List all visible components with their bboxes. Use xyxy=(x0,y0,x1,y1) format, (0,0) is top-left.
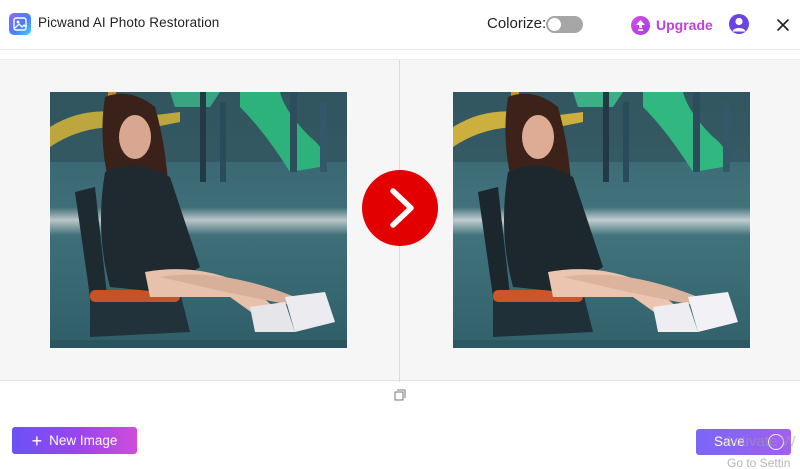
user-account-icon[interactable] xyxy=(729,14,749,34)
save-options-icon[interactable] xyxy=(768,434,784,450)
original-photo xyxy=(50,92,347,348)
restored-photo xyxy=(453,92,750,348)
activation-watermark-line2: Go to Settin xyxy=(727,456,791,469)
app-title: Picwand AI Photo Restoration xyxy=(38,15,220,30)
new-image-button[interactable]: + New Image xyxy=(12,427,137,454)
save-label: Save xyxy=(714,434,745,449)
process-arrow-button[interactable] xyxy=(362,170,438,246)
save-button[interactable]: Save xyxy=(696,429,791,455)
comparison-area xyxy=(0,59,800,382)
upgrade-label: Upgrade xyxy=(656,17,713,33)
app-logo-icon xyxy=(9,13,31,35)
chevron-right-icon xyxy=(390,188,414,228)
toggle-knob xyxy=(548,18,561,31)
close-icon[interactable] xyxy=(773,15,793,35)
colorize-toggle[interactable] xyxy=(546,16,583,33)
title-bar: Picwand AI Photo Restoration Colorize: U… xyxy=(0,0,800,50)
upgrade-button[interactable]: Upgrade xyxy=(631,14,713,36)
upgrade-arrow-icon xyxy=(631,15,650,35)
compare-view-icon[interactable] xyxy=(394,388,406,401)
colorize-label: Colorize: xyxy=(487,15,547,32)
new-image-label: New Image xyxy=(49,433,118,448)
plus-icon: + xyxy=(31,430,43,451)
